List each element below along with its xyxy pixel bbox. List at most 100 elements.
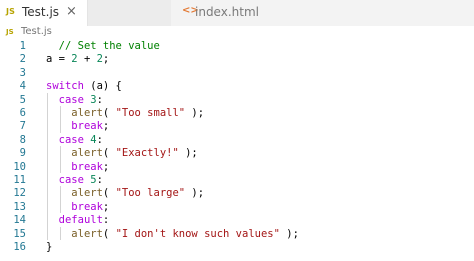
indent-guide [59,186,61,214]
code-editor[interactable]: 1 // Set the value 2 a = 2 + 2; 3 4 switch (a… [0,38,474,261]
code-text[interactable]: break; [46,200,109,214]
line-number: 12 [13,187,26,200]
code-token: alert [71,227,103,240]
code-token: ( [102,147,116,160]
line-number: 8 [19,133,26,146]
close-icon[interactable]: × [66,4,77,20]
code-line[interactable]: 8 case 4: [0,133,474,147]
code-line[interactable]: 11 case 5: [0,173,474,187]
code-token: ( [102,227,116,240]
line-number: 1 [19,40,26,52]
code-line[interactable]: 7 break; [0,119,474,133]
tab-index-html[interactable]: <> index.html [87,0,259,26]
code-line[interactable]: 1 // Set the value [0,39,474,53]
code-line[interactable]: 16} [0,240,474,254]
code-line[interactable]: 15 alert( "I don't know such values" ); [0,227,474,241]
code-line[interactable]: 12 alert( "Too large" ); [0,186,474,200]
line-number: 7 [19,120,26,133]
code-line[interactable]: 9 alert( "Exactly!" ); [0,146,474,160]
code-line[interactable]: 3 [0,66,474,80]
javascript-file-icon: JS [6,28,14,36]
code-text[interactable]: alert( "I don't know such values" ); [46,227,299,241]
tab-bar: JS Test.js × <> index.html [0,0,474,26]
code-token: = [52,53,72,66]
code-text[interactable]: default: [46,213,110,227]
code-line[interactable]: 4 switch (a) { [0,79,474,93]
code-line[interactable]: 14 default: [0,213,474,227]
code-token: alert [71,147,103,160]
code-token: "Too small" [115,107,186,119]
code-text[interactable]: switch (a) { [46,79,122,93]
line-number: 4 [19,80,26,93]
code-token: ); [185,107,205,119]
line-number: 3 [19,66,26,79]
code-token: break [71,200,103,213]
line-number: 5 [19,93,26,106]
code-line[interactable]: 6 alert( "Too small" ); [0,106,474,120]
code-text[interactable]: a = 2 + 2; [46,52,109,66]
code-token: alert [71,187,103,200]
code-token: default [58,214,103,227]
line-number: 14 [13,214,26,227]
tab-label: Test.js [22,5,60,19]
code-line[interactable]: 2 a = 2 + 2; [0,52,474,66]
line-number: 11 [13,174,26,186]
code-token: } [46,241,53,253]
code-line[interactable]: 13 break; [0,200,474,214]
line-number: 16 [13,241,26,253]
code-token: (a) { [83,80,122,93]
code-token: : [96,174,103,186]
code-text[interactable]: alert( "Too large" ); [46,186,204,200]
code-token: ( [102,107,116,119]
code-text[interactable]: alert( "Exactly!" ); [46,146,198,160]
breadcrumb-label[interactable]: Test.js [21,26,52,37]
code-text[interactable]: break; [46,119,109,133]
indent-guide [59,146,61,173]
code-text[interactable]: alert( "Too small" ); [46,106,204,120]
code-token: ; [102,200,110,213]
code-token: ); [279,227,299,240]
code-line[interactable]: 5 case 3: [0,93,474,107]
code-text[interactable]: break; [46,160,109,174]
code-token: break [71,160,103,173]
code-text[interactable]: case 4: [46,133,103,147]
code-token: ); [178,147,198,160]
code-token: ); [185,187,205,200]
code-token: "I don't know such values" [115,227,280,240]
indent-guide [59,106,61,133]
code-token: : [102,214,110,227]
code-text[interactable]: case 3: [46,93,103,107]
line-number: 15 [13,227,26,240]
code-token: case [58,174,84,186]
tab-label: index.html [195,5,259,19]
code-text[interactable]: case 5: [46,173,103,187]
code-token: "Exactly!" [115,147,179,160]
code-token: ; [102,120,110,133]
line-number: 10 [13,160,26,173]
code-token: : [96,133,103,146]
code-line[interactable]: 10 break; [0,160,474,174]
code-token: + [77,53,97,66]
indent-guide [59,226,61,240]
code-text[interactable]: // Set the value [46,39,160,53]
code-text[interactable]: } [46,240,52,254]
code-token: case [58,133,84,146]
code-token: ; [102,53,110,66]
line-number: 9 [19,147,26,160]
code-token: ( [102,187,116,200]
code-token: alert [71,107,103,119]
code-token: ; [102,160,110,173]
javascript-file-icon: JS [6,7,16,16]
code-token: : [96,93,103,106]
code-token: break [71,120,103,133]
tab-test-js[interactable]: JS Test.js × [0,0,87,26]
line-number: 13 [13,200,26,213]
indent-guide [47,92,48,240]
code-token: "Too large" [115,187,186,200]
line-number: 6 [19,107,26,119]
